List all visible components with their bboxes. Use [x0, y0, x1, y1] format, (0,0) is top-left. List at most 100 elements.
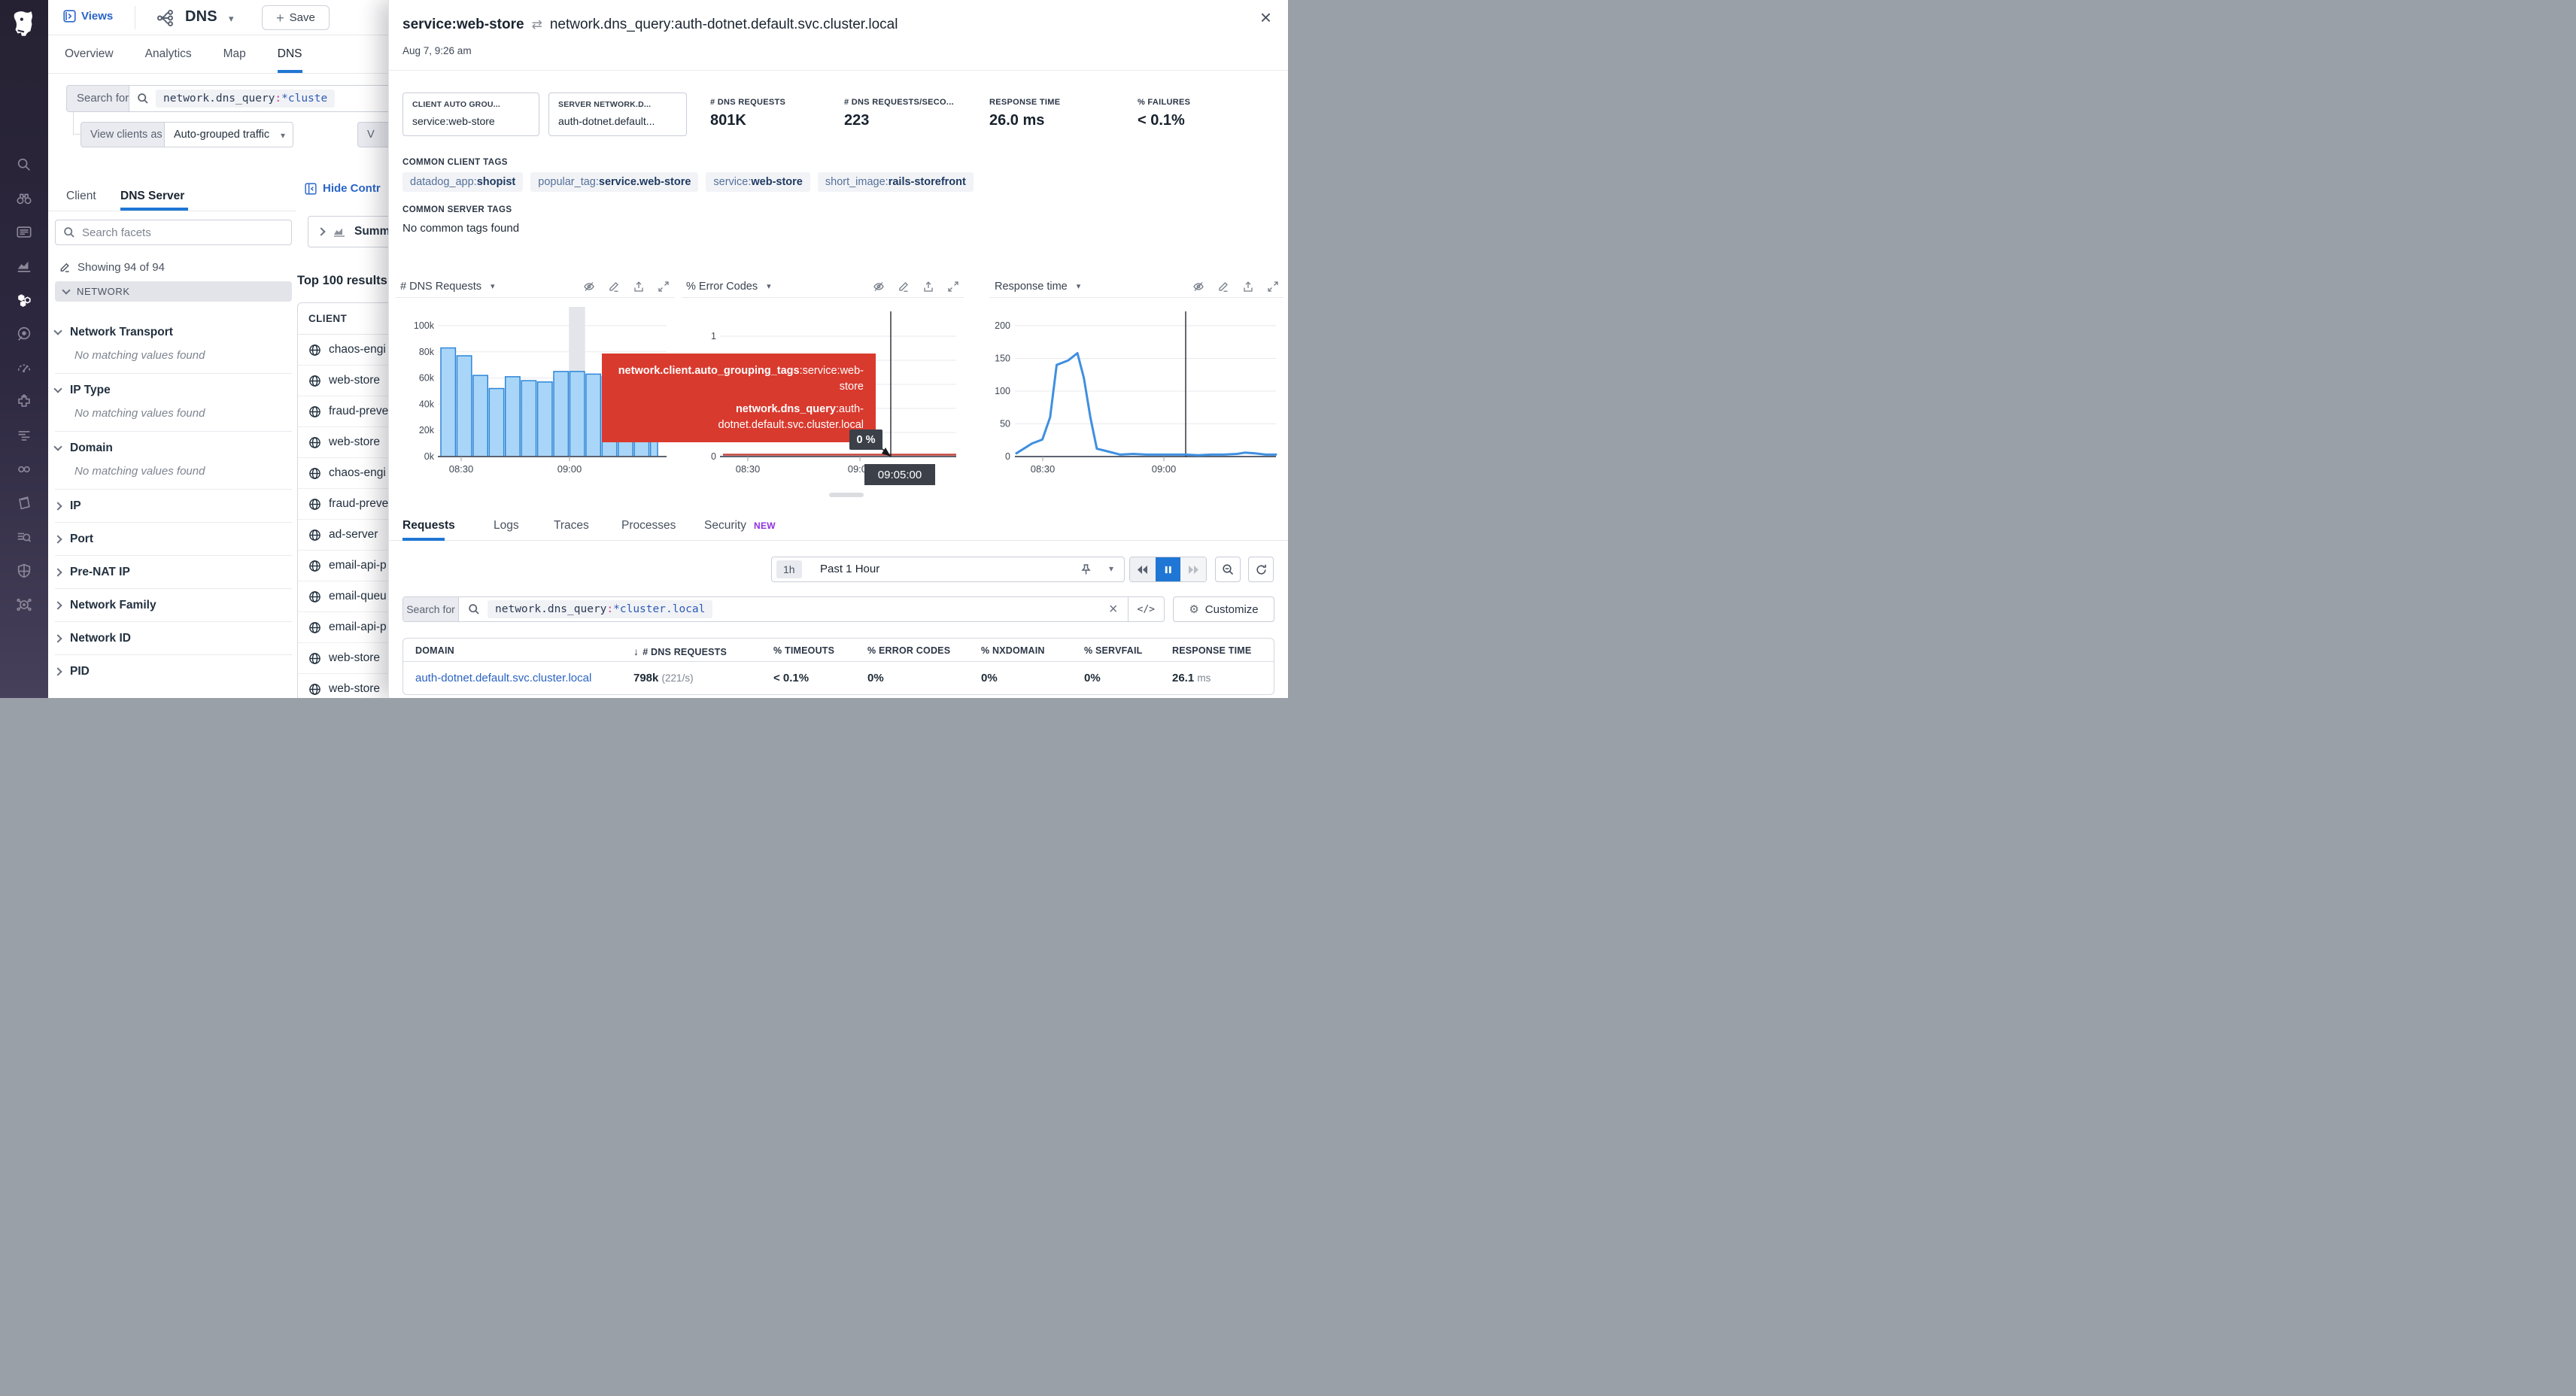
security-shield-icon[interactable]	[0, 554, 48, 587]
dashboards-list-icon[interactable]	[0, 215, 48, 249]
hide-graph-icon[interactable]	[873, 281, 885, 293]
facet-port[interactable]: Port	[55, 523, 292, 556]
tag-pill-short_image[interactable]: short_image:rails-storefront	[818, 172, 974, 192]
facet-domain[interactable]: DomainNo matching values found	[55, 432, 292, 490]
view-clients-as-select[interactable]: Auto-grouped traffic▾	[164, 122, 293, 147]
panel-tab-logs[interactable]: Logs	[494, 519, 519, 533]
svg-text:09:00: 09:00	[557, 463, 582, 475]
network-hexagons-icon[interactable]	[0, 283, 48, 317]
tab-dns[interactable]: DNS	[278, 35, 302, 73]
column-header-domain[interactable]: DOMAIN	[415, 645, 454, 656]
time-range-chip[interactable]: 1h	[776, 560, 802, 578]
fullscreen-icon[interactable]	[947, 281, 959, 293]
edit-pencil-icon[interactable]	[898, 281, 910, 293]
log-search-icon[interactable]	[0, 520, 48, 554]
fullscreen-icon[interactable]	[1267, 281, 1279, 293]
facet-empty-message: No matching values found	[74, 407, 292, 420]
chevron-down-icon[interactable]: ▾	[767, 281, 771, 291]
tab-analytics[interactable]: Analytics	[145, 35, 192, 73]
zoom-out-button[interactable]	[1215, 557, 1241, 582]
service-map-globe-icon[interactable]	[0, 587, 48, 621]
edit-pencil-icon[interactable]	[1217, 281, 1229, 293]
hide-controls-link[interactable]: Hide Contr	[305, 182, 381, 195]
column-header--dns-requests[interactable]: ↓# DNS REQUESTS	[633, 645, 727, 657]
clear-search-icon[interactable]: ×	[1099, 601, 1128, 618]
facet-ip[interactable]: IP	[55, 490, 292, 523]
chevron-down-icon[interactable]: ▾	[491, 281, 495, 291]
tag-pill-popular_tag[interactable]: popular_tag:service.web-store	[530, 172, 698, 192]
save-button[interactable]: +Save	[262, 5, 330, 30]
chevron-down-icon[interactable]: ▾	[1109, 563, 1113, 574]
code-view-icon[interactable]: </>	[1129, 604, 1164, 615]
chevron-right-icon	[53, 667, 62, 675]
close-icon[interactable]: ×	[1260, 8, 1271, 27]
apm-target-icon[interactable]	[0, 317, 48, 351]
tag-pill-service[interactable]: service:web-store	[706, 172, 810, 192]
edit-pencil-icon[interactable]	[608, 281, 620, 293]
svg-text:08:30: 08:30	[449, 463, 474, 475]
column-header--servfail[interactable]: % SERVFAIL	[1084, 645, 1142, 656]
panel-resize-handle[interactable]	[829, 493, 864, 497]
chevron-down-icon	[53, 384, 62, 393]
column-header--timeouts[interactable]: % TIMEOUTS	[773, 645, 834, 656]
integrations-puzzle-icon[interactable]	[0, 384, 48, 418]
column-header--nxdomain[interactable]: % NXDOMAIN	[981, 645, 1045, 656]
page-title-caret-icon[interactable]: ▾	[229, 13, 234, 25]
customize-button[interactable]: ⚙Customize	[1173, 596, 1274, 622]
page-title[interactable]: DNS	[185, 8, 217, 26]
svg-text:08:30: 08:30	[736, 463, 761, 475]
panel-tab-traces[interactable]: Traces	[554, 519, 589, 533]
datadog-logo-icon[interactable]	[8, 9, 40, 42]
column-header--error-codes[interactable]: % ERROR CODES	[867, 645, 950, 656]
notebook-icon[interactable]	[0, 486, 48, 520]
gauge-icon[interactable]	[0, 351, 48, 384]
refresh-icon	[1255, 563, 1268, 576]
facet-pid[interactable]: PID	[55, 655, 292, 687]
facet-tab-dns-server[interactable]: DNS Server	[120, 190, 184, 203]
panel-tab-security[interactable]: SecurityNEW	[704, 519, 776, 533]
export-icon[interactable]	[922, 281, 934, 293]
tag-pill-datadog_app[interactable]: datadog_app:shopist	[402, 172, 523, 192]
panel-tab-processes[interactable]: Processes	[621, 519, 676, 533]
fast-forward-button[interactable]	[1180, 557, 1206, 581]
pin-icon[interactable]	[1080, 563, 1092, 576]
client-auto-group-card[interactable]: CLIENT AUTO GROU...service:web-store	[402, 93, 539, 136]
server-card[interactable]: SERVER NETWORK.D...auth-dotnet.default..…	[548, 93, 687, 136]
fullscreen-icon[interactable]	[658, 281, 670, 293]
facet-pre-nat-ip[interactable]: Pre-NAT IP	[55, 556, 292, 589]
hide-graph-icon[interactable]	[583, 281, 595, 293]
export-icon[interactable]	[633, 281, 645, 293]
svg-text:50: 50	[1000, 419, 1010, 429]
tab-map[interactable]: Map	[223, 35, 246, 73]
time-range-selector[interactable]: 1h Past 1 Hour ▾	[771, 557, 1125, 582]
panel-tab-requests[interactable]: Requests	[402, 519, 455, 533]
facet-network-id[interactable]: Network ID	[55, 622, 292, 655]
facet-search-input[interactable]: Search facets	[55, 220, 292, 245]
tab-overview[interactable]: Overview	[65, 35, 114, 73]
facet-network-transport[interactable]: Network TransportNo matching values foun…	[55, 316, 292, 374]
pause-button[interactable]	[1156, 557, 1181, 581]
facet-group-network[interactable]: NETWORK	[55, 281, 292, 302]
showing-count[interactable]: Showing 94 of 94	[59, 261, 165, 274]
logs-lines-icon[interactable]	[0, 418, 48, 452]
charts-row: network.client.auto_grouping_tags:servic…	[396, 275, 1283, 493]
facet-ip-type[interactable]: IP TypeNo matching values found	[55, 374, 292, 432]
facet-tab-client[interactable]: Client	[66, 190, 96, 203]
refresh-button[interactable]	[1248, 557, 1274, 582]
stat-failures: % FAILURES< 0.1%	[1138, 98, 1190, 129]
table-row[interactable]: auth-dotnet.default.svc.cluster.local798…	[403, 662, 1274, 695]
export-icon[interactable]	[1242, 281, 1254, 293]
hide-graph-icon[interactable]	[1192, 281, 1204, 293]
domain-link[interactable]: auth-dotnet.default.svc.cluster.local	[415, 672, 591, 684]
column-header-response-time[interactable]: RESPONSE TIME	[1172, 645, 1251, 656]
chevron-down-icon[interactable]: ▾	[1077, 281, 1081, 291]
views-button[interactable]: Views	[63, 10, 113, 23]
metrics-chart-icon[interactable]	[0, 249, 48, 283]
watchdog-binoculars-icon[interactable]	[0, 181, 48, 215]
facet-network-family[interactable]: Network Family	[55, 589, 292, 622]
rewind-button[interactable]	[1130, 557, 1156, 581]
globe-icon	[308, 560, 321, 572]
search-icon[interactable]	[0, 147, 48, 181]
panel-search-bar[interactable]: Search for network.dns_query:*cluster.lo…	[402, 596, 1165, 622]
ci-links-icon[interactable]	[0, 452, 48, 486]
